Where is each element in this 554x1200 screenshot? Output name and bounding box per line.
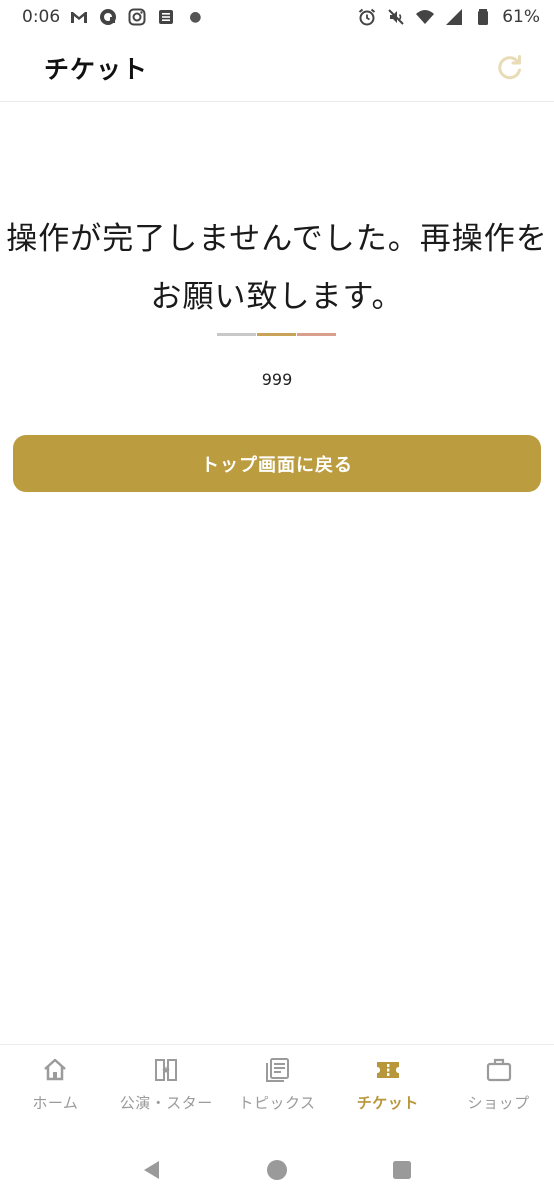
recents-icon[interactable] [389, 1157, 415, 1183]
divider-segment-gray [217, 333, 256, 336]
nav-item-topics[interactable]: トピックス [222, 1045, 333, 1130]
system-nav-bar [0, 1140, 554, 1200]
nav-item-ticket[interactable]: チケット [332, 1045, 443, 1130]
error-message-line2: お願い致します。 [150, 279, 404, 315]
error-message-line1: 操作が完了しませんでした。再操作を [6, 221, 548, 257]
back-to-top-button-label: トップ画面に戻る [201, 454, 353, 476]
status-bar-left: 0:06 ● [22, 7, 201, 27]
notification-dot-icon: ● [189, 9, 202, 25]
tricolor-divider [217, 333, 336, 336]
wifi-icon [415, 7, 435, 27]
nav-label-performance: 公演・スター [119, 1094, 213, 1112]
divider-segment-rose [297, 333, 336, 336]
nav-item-shop[interactable]: ショップ [443, 1045, 554, 1130]
nav-label-ticket: チケット [356, 1094, 419, 1112]
status-bar: 0:06 ● 61% [0, 0, 554, 34]
news-icon [156, 7, 176, 27]
signal-icon [444, 7, 464, 27]
nav-label-home: ホーム [32, 1094, 79, 1112]
nav-item-home[interactable]: ホーム [0, 1045, 111, 1130]
performance-icon [152, 1056, 180, 1084]
alarm-icon [357, 7, 377, 27]
mute-icon [386, 7, 406, 27]
nav-label-shop: ショップ [467, 1094, 530, 1112]
topics-icon [263, 1056, 291, 1084]
back-to-top-button[interactable]: トップ画面に戻る [13, 435, 541, 492]
divider-segment-gold [257, 333, 296, 336]
page-title: チケット [44, 54, 149, 84]
ticket-icon [374, 1056, 402, 1084]
at-icon [98, 7, 118, 27]
battery-icon [473, 7, 493, 27]
battery-percent: 61% [502, 7, 540, 27]
home-icon [41, 1056, 69, 1084]
app-header: チケット [0, 34, 554, 102]
nav-label-topics: トピックス [238, 1094, 316, 1112]
instagram-icon [127, 7, 147, 27]
shop-icon [485, 1056, 513, 1084]
status-time: 0:06 [22, 7, 61, 27]
refresh-icon[interactable] [496, 53, 526, 83]
screen: 0:06 ● 61% チケット 操作が完了しませんでした。再操作を お願い致しま… [0, 0, 554, 1200]
back-icon[interactable] [139, 1157, 165, 1183]
gmail-icon [69, 7, 89, 27]
error-message: 操作が完了しませんでした。再操作を お願い致します。 [0, 210, 554, 326]
nav-item-performance[interactable]: 公演・スター [111, 1045, 222, 1130]
error-code: 999 [261, 370, 293, 389]
home-circle-icon[interactable] [264, 1157, 290, 1183]
bottom-nav: ホーム 公演・スター トピックス チケット ショップ [0, 1044, 554, 1130]
status-bar-right: 61% [357, 7, 540, 27]
